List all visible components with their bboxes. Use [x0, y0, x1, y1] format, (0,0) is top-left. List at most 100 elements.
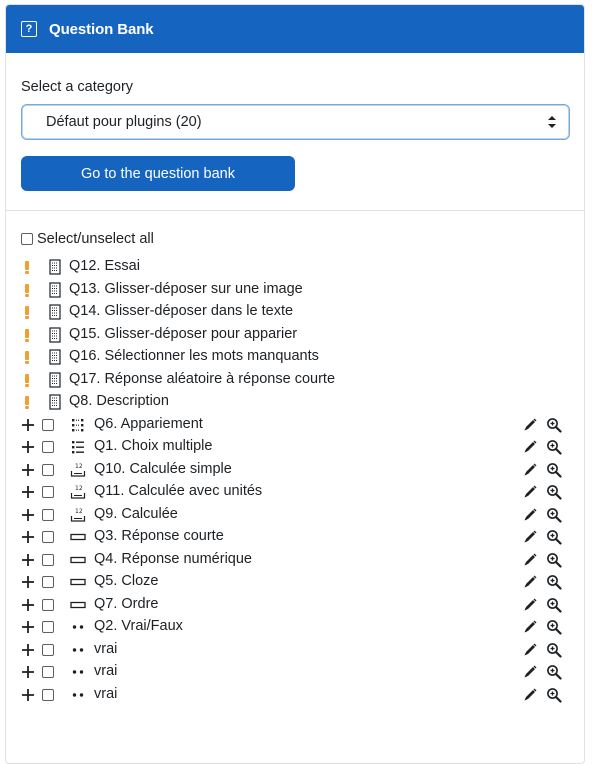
edit-pencil-icon[interactable]	[523, 530, 537, 544]
edit-pencil-icon[interactable]	[523, 553, 537, 567]
preview-zoom-icon[interactable]	[546, 529, 562, 545]
add-plus-icon[interactable]	[21, 463, 35, 477]
preview-zoom-icon[interactable]	[546, 664, 562, 680]
question-checkbox[interactable]	[42, 621, 54, 633]
question-checkbox[interactable]	[42, 688, 54, 701]
add-plus-icon[interactable]	[21, 530, 35, 544]
question-name: vrai	[94, 640, 118, 657]
preview-zoom-icon[interactable]	[546, 597, 562, 613]
shortanswer-question-icon	[70, 556, 86, 563]
question-checkbox[interactable]	[42, 463, 54, 476]
preview-zoom-icon[interactable]	[546, 642, 562, 658]
question-row: 12 Q9. Calculée	[21, 504, 584, 527]
panel-title: Question Bank	[49, 20, 154, 38]
edit-pencil-icon[interactable]	[523, 598, 537, 612]
add-plus-icon[interactable]	[21, 508, 35, 522]
edit-pencil-icon[interactable]	[523, 463, 537, 477]
warning-icon	[25, 261, 29, 274]
svg-text:12: 12	[75, 485, 83, 492]
calculated-question-icon: 12	[70, 463, 86, 477]
add-plus-icon[interactable]	[21, 643, 35, 657]
preview-zoom-icon[interactable]	[546, 417, 562, 433]
question-list: Select/unselect all Q12. Essai Q13. Gliss…	[6, 211, 584, 706]
question-checkbox[interactable]	[42, 598, 54, 611]
truefalse-question-icon	[72, 625, 84, 629]
question-rows: Q6. Appariement Q1. Choix multiple 12 Q10. …	[21, 414, 584, 707]
calculated-question-icon: 12	[70, 508, 86, 522]
question-row: vrai	[21, 639, 584, 662]
question-name: Q2. Vrai/Faux	[94, 618, 183, 634]
preview-zoom-icon[interactable]	[546, 507, 562, 523]
add-plus-icon[interactable]	[21, 418, 35, 432]
select-all-checkbox[interactable]	[21, 233, 33, 245]
multichoice-question-icon	[72, 441, 84, 454]
add-plus-icon[interactable]	[21, 485, 35, 499]
question-checkbox[interactable]	[42, 508, 54, 521]
edit-pencil-icon[interactable]	[523, 643, 537, 657]
panel-header: ? Question Bank	[6, 5, 584, 53]
warning-icon	[25, 283, 29, 297]
question-checkbox[interactable]	[42, 643, 54, 656]
category-select[interactable]: Défaut pour plugins (20)	[21, 104, 570, 140]
calculated-question-icon: 12	[70, 485, 86, 499]
svg-text:12: 12	[75, 463, 83, 470]
question-name: vrai	[94, 663, 118, 679]
question-name: Q14. Glisser-déposer dans le texte	[69, 303, 294, 319]
question-type-icon	[49, 371, 61, 388]
edit-pencil-icon[interactable]	[523, 575, 537, 589]
edit-pencil-icon[interactable]	[523, 485, 537, 499]
question-row: vrai	[21, 684, 584, 707]
edit-pencil-icon[interactable]	[523, 440, 537, 454]
static-question-row: Q13. Glisser-déposer sur une image	[21, 279, 584, 302]
warning-icon	[25, 306, 29, 319]
question-name: Q5. Cloze	[94, 573, 159, 589]
question-row: 12 Q10. Calculée simple	[21, 459, 584, 482]
add-plus-icon[interactable]	[21, 665, 35, 679]
go-to-question-bank-button[interactable]: Go to the question bank	[21, 156, 295, 191]
question-name: Q6. Appariement	[94, 415, 203, 432]
static-question-row: Q12. Essai	[21, 256, 584, 279]
add-plus-icon[interactable]	[21, 575, 35, 589]
select-all-label: Select/unselect all	[37, 231, 154, 247]
edit-pencil-icon[interactable]	[523, 688, 537, 702]
question-bank-panel: ? Question Bank Select a category Défaut…	[5, 4, 585, 764]
truefalse-question-icon	[72, 647, 84, 652]
preview-zoom-icon[interactable]	[546, 439, 562, 455]
question-checkbox[interactable]	[42, 576, 54, 588]
preview-zoom-icon[interactable]	[546, 462, 562, 478]
question-row: vrai	[21, 661, 584, 684]
question-type-icon	[49, 281, 61, 298]
question-name: Q4. Réponse numérique	[94, 550, 252, 567]
preview-zoom-icon[interactable]	[546, 687, 562, 703]
question-name: Q17. Réponse aléatoire à réponse courte	[69, 370, 336, 387]
question-type-icon	[49, 304, 61, 320]
edit-pencil-icon[interactable]	[523, 418, 537, 432]
question-checkbox[interactable]	[42, 486, 54, 498]
question-name: Q1. Choix multiple	[94, 438, 213, 454]
question-checkbox[interactable]	[42, 531, 54, 543]
add-plus-icon[interactable]	[21, 598, 35, 612]
add-plus-icon[interactable]	[21, 688, 35, 702]
preview-zoom-icon[interactable]	[546, 619, 562, 635]
edit-pencil-icon[interactable]	[523, 665, 537, 679]
preview-zoom-icon[interactable]	[546, 574, 562, 590]
add-plus-icon[interactable]	[21, 620, 35, 634]
question-name: Q12. Essai	[69, 258, 140, 274]
preview-zoom-icon[interactable]	[546, 484, 562, 500]
shortanswer-question-icon	[70, 578, 86, 586]
preview-zoom-icon[interactable]	[546, 552, 562, 568]
add-plus-icon[interactable]	[21, 440, 35, 454]
edit-pencil-icon[interactable]	[523, 620, 537, 634]
question-checkbox[interactable]	[42, 553, 54, 566]
question-name: Q7. Ordre	[94, 595, 159, 612]
edit-pencil-icon[interactable]	[523, 508, 537, 522]
category-select-value: Défaut pour plugins (20)	[46, 114, 202, 130]
question-checkbox[interactable]	[42, 441, 54, 453]
question-checkbox[interactable]	[42, 418, 54, 431]
help-icon[interactable]: ?	[21, 21, 37, 37]
question-name: Q11. Calculée avec unités	[94, 483, 263, 499]
question-checkbox[interactable]	[42, 666, 54, 678]
add-plus-icon[interactable]	[21, 553, 35, 567]
select-all-row[interactable]: Select/unselect all	[21, 230, 584, 248]
matching-question-icon	[72, 418, 84, 431]
